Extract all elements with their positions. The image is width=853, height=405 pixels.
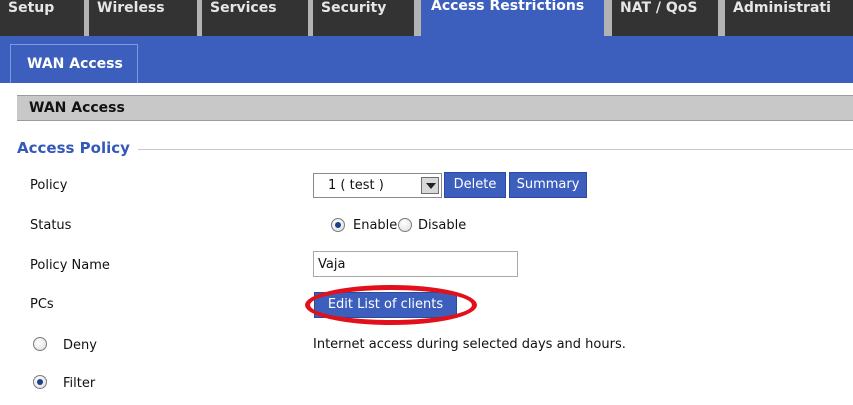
sub-nav-bar: WAN Access: [0, 36, 853, 83]
chevron-down-icon[interactable]: [421, 177, 439, 194]
tab-services[interactable]: Services: [202, 0, 308, 36]
tab-label: Services: [210, 0, 277, 16]
policy-name-label: Policy Name: [30, 258, 110, 273]
tab-label: Wireless: [97, 0, 165, 16]
tab-nat-qos[interactable]: NAT / QoS: [612, 0, 718, 36]
status-enable-radio[interactable]: [331, 218, 345, 232]
filter-label: Filter: [63, 376, 96, 391]
status-disable-radio[interactable]: [398, 218, 412, 232]
tab-label: Administrati: [733, 0, 831, 16]
tab-label: Setup: [8, 0, 55, 16]
deny-label: Deny: [63, 338, 97, 353]
pcs-label: PCs: [30, 297, 54, 312]
deny-radio[interactable]: [33, 337, 47, 351]
section-title: WAN Access: [17, 95, 853, 121]
status-disable-label: Disable: [418, 218, 467, 233]
policy-name-input[interactable]: [313, 251, 518, 277]
summary-button[interactable]: Summary: [509, 172, 587, 198]
delete-button[interactable]: Delete: [444, 172, 506, 198]
deny-description: Internet access during selected days and…: [313, 337, 626, 352]
edit-clients-button[interactable]: Edit List of clients: [314, 292, 457, 318]
top-nav-bar: Setup Wireless Services Security Access …: [0, 0, 853, 38]
subtab-wan-access[interactable]: WAN Access: [10, 44, 138, 83]
fieldset-border: [138, 149, 853, 150]
tab-security[interactable]: Security: [313, 0, 414, 36]
policy-select-value: 1 ( test ): [328, 178, 384, 193]
filter-radio[interactable]: [33, 375, 47, 389]
tab-administration[interactable]: Administrati: [725, 0, 853, 36]
tab-setup[interactable]: Setup: [0, 0, 84, 36]
tab-label: Security: [321, 0, 387, 16]
tab-label: Access Restrictions: [431, 0, 585, 14]
status-enable-label: Enable: [353, 218, 398, 233]
policy-label: Policy: [30, 178, 68, 193]
tab-access-restrictions[interactable]: Access Restrictions: [421, 0, 604, 38]
tab-wireless[interactable]: Wireless: [89, 0, 197, 36]
policy-select[interactable]: 1 ( test ): [313, 173, 442, 198]
tab-label: NAT / QoS: [620, 0, 698, 16]
fieldset-legend: Access Policy: [17, 139, 130, 157]
status-label: Status: [30, 218, 72, 233]
